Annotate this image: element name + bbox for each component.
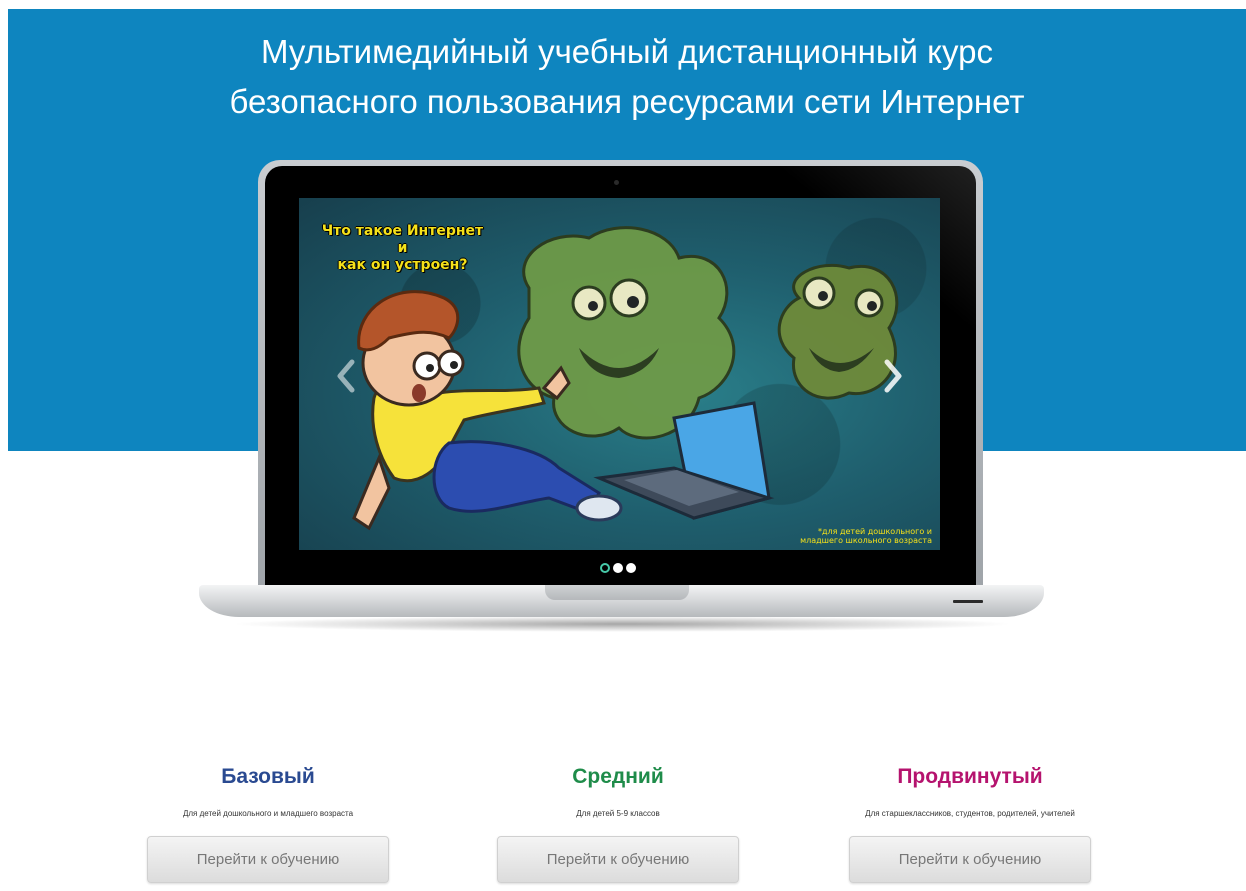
level-basic-title: Базовый — [221, 765, 315, 788]
slide-age-note: *для детей дошкольного и младшего школьн… — [782, 527, 932, 545]
carousel-next-button[interactable] — [882, 356, 906, 396]
page-title: Мультимедийный учебный дистанционный кур… — [8, 27, 1246, 127]
page-title-line-2: безопасного пользования ресурсами сети И… — [229, 83, 1025, 120]
carousel-indicators — [600, 563, 636, 573]
carousel-prev-button[interactable] — [333, 356, 357, 396]
start-intermediate-button[interactable]: Перейти к обучению — [497, 836, 739, 883]
slide-note-line-1: *для детей дошкольного и — [817, 527, 932, 536]
laptop-indicator-light — [953, 600, 983, 603]
level-advanced-title: Продвинутый — [897, 765, 1043, 788]
level-basic: Базовый Для детей дошкольного и младшего… — [108, 763, 428, 883]
slide-caption-line-2: и — [397, 240, 408, 256]
level-intermediate-title: Средний — [572, 765, 664, 788]
carousel-indicator-1[interactable] — [600, 563, 610, 573]
start-advanced-button[interactable]: Перейти к обучению — [849, 836, 1091, 883]
slide-caption: Что такое Интернет и как он устроен? — [315, 223, 490, 274]
monster-illustration — [517, 226, 899, 440]
level-advanced: Продвинутый Для старшеклассников, студен… — [810, 763, 1130, 883]
chevron-right-icon — [884, 359, 902, 393]
chevron-left-icon — [337, 359, 355, 393]
carousel-slide: Что такое Интернет и как он устроен? *дл… — [299, 198, 940, 550]
level-basic-description: Для детей дошкольного и младшего возраст… — [182, 809, 354, 818]
laptop-notch — [545, 585, 689, 600]
carousel-indicator-3[interactable] — [626, 563, 636, 573]
carousel-indicator-2[interactable] — [613, 563, 623, 573]
camera-icon — [614, 180, 619, 185]
level-intermediate-description: Для детей 5-9 классов — [576, 809, 660, 818]
page: Мультимедийный учебный дистанционный кур… — [0, 0, 1246, 891]
start-basic-button[interactable]: Перейти к обучению — [147, 836, 389, 883]
level-advanced-description: Для старшеклассников, студентов, родител… — [865, 809, 1075, 818]
slide-note-line-2: младшего школьного возраста — [800, 536, 932, 545]
page-title-line-1: Мультимедийный учебный дистанционный кур… — [261, 33, 993, 70]
level-intermediate: Средний Для детей 5-9 классов Перейти к … — [458, 763, 778, 883]
slide-caption-line-3: как он устроен? — [337, 257, 468, 273]
slide-caption-line-1: Что такое Интернет — [321, 223, 484, 239]
